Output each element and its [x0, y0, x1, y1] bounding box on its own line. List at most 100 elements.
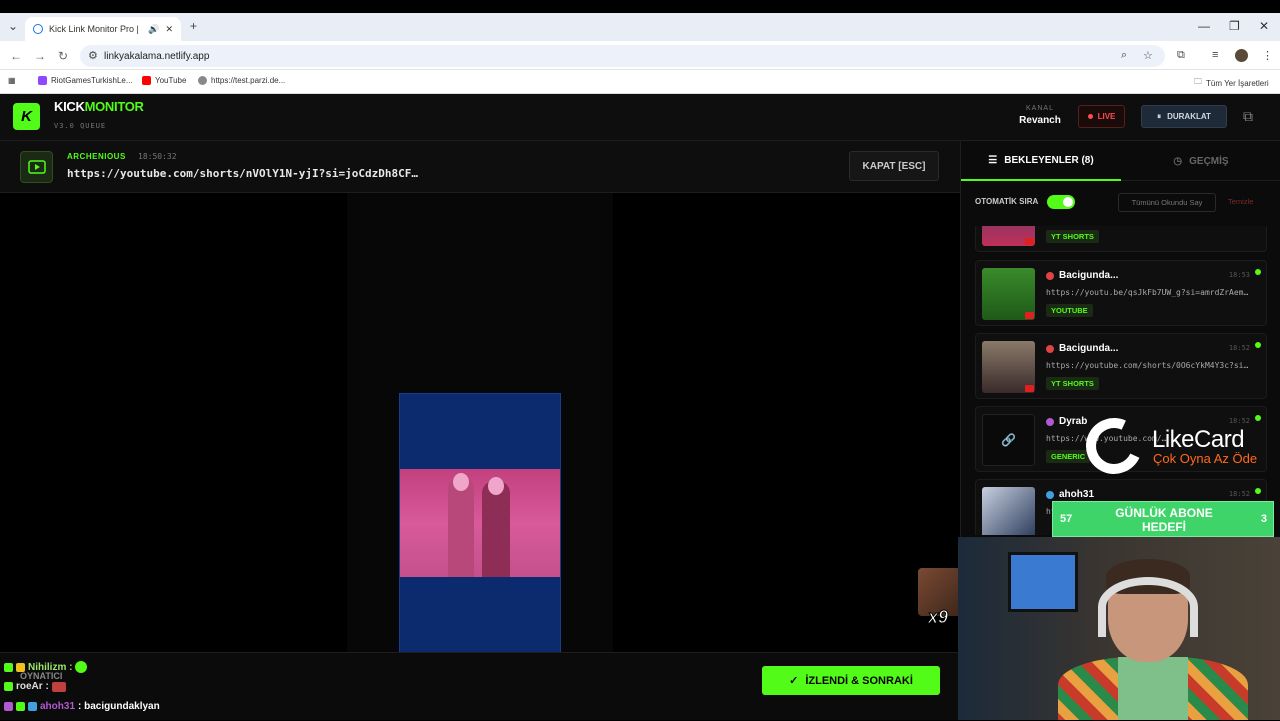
- bookmark-item[interactable]: https://test.parzi.de...: [198, 76, 285, 85]
- item-user: Dyrab: [1046, 416, 1087, 427]
- kick-logo: K: [13, 103, 40, 130]
- clock-icon: ◷: [1173, 155, 1183, 167]
- media-icon[interactable]: ≡: [1212, 49, 1218, 61]
- likecard-overlay: LikeCard Çok Oyna Az Öde: [1078, 410, 1276, 482]
- bookmark-star-icon[interactable]: ☆: [1143, 49, 1153, 62]
- zoom-icon[interactable]: ⌕: [1121, 49, 1127, 62]
- chat-message: : bacigundaklyan: [78, 701, 160, 712]
- all-bookmarks-label: Tüm Yer İşaretleri: [1206, 78, 1269, 88]
- url-field[interactable]: linkyakalama.netlify.app: [80, 45, 1165, 67]
- video-frame[interactable]: [399, 393, 561, 653]
- item-tag: YOUTUBE: [1046, 304, 1093, 317]
- status-dot-icon: [1255, 342, 1261, 348]
- twitch-icon: [38, 76, 47, 85]
- apps-icon[interactable]: ▦: [8, 76, 16, 85]
- emote-count: x9: [927, 607, 949, 628]
- queue-item[interactable]: Bacigunda... 18:52 https://youtube.com/s…: [975, 333, 1267, 399]
- profile-avatar[interactable]: [1235, 49, 1248, 62]
- tab-history-label: GEÇMİŞ: [1189, 155, 1229, 167]
- likecard-slogan: Çok Oyna Az Öde: [1153, 451, 1258, 466]
- tab-close-icon[interactable]: ✕: [165, 24, 173, 35]
- popout-icon[interactable]: ⧉: [1243, 108, 1253, 125]
- app-header: K KICKMONITOR V3.0 QUEUE KANAL Revanch L…: [0, 94, 1280, 141]
- tab-waiting[interactable]: ☰ BEKLEYENLER (8): [961, 141, 1121, 181]
- minimize-icon[interactable]: —: [1198, 19, 1210, 33]
- video-image: [400, 469, 560, 577]
- sub-goal-widget: 57 GÜNLÜK ABONE HEDEFİ 3: [1052, 501, 1274, 537]
- tab-waiting-label: BEKLEYENLER (8): [1004, 154, 1094, 166]
- video-play-icon: [20, 151, 53, 183]
- item-tag: YT SHORTS: [1046, 230, 1099, 243]
- mark-all-read-button[interactable]: Tümünü Okundu Say: [1118, 193, 1216, 212]
- site-info-icon[interactable]: ⚙: [88, 49, 98, 62]
- person-head: [453, 473, 469, 491]
- maximize-icon[interactable]: ❐: [1229, 19, 1240, 33]
- item-time: 18:52: [1228, 490, 1250, 498]
- auto-queue-toggle[interactable]: [1047, 195, 1075, 209]
- current-url[interactable]: https://youtube.com/shorts/nVOlY1N-yjI?s…: [67, 167, 447, 180]
- bookmark-item[interactable]: RiotGamesTurkishLe...: [38, 76, 133, 85]
- queue-item[interactable]: Bacigunda... 18:53 https://youtu.be/qsJk…: [975, 260, 1267, 326]
- forward-icon[interactable]: →: [34, 49, 46, 63]
- address-bar: ← → ↻ linkyakalama.netlify.app ⚙ ⌕ ☆ ⧉ ≡…: [0, 41, 1280, 70]
- channel-info: KANAL Revanch: [1000, 105, 1080, 126]
- likecard-title: LikeCard: [1152, 426, 1245, 453]
- pause-label: DURAKLAT: [1167, 112, 1211, 121]
- live-badge: LIVE: [1078, 105, 1125, 128]
- brand-title: KICKMONITOR: [54, 99, 144, 114]
- queue-item[interactable]: YT SHORTS: [975, 226, 1267, 252]
- new-tab-icon[interactable]: +: [190, 19, 197, 33]
- link-icon: 🔗: [982, 414, 1035, 466]
- auto-queue-label: OTOMATİK SIRA: [975, 197, 1039, 206]
- all-bookmarks[interactable]: 🗀 Tüm Yer İşaretleri: [1194, 76, 1269, 90]
- back-icon[interactable]: ←: [10, 49, 22, 63]
- goal-current: 57: [1060, 513, 1073, 525]
- user-badge-icon: [1046, 344, 1054, 353]
- item-user-name: ahoh31: [1059, 489, 1095, 500]
- menu-icon[interactable]: ⋮: [1262, 49, 1273, 62]
- channel-label: KANAL: [1026, 105, 1054, 112]
- emote-icon: [51, 681, 66, 692]
- user-badge-icon: [1046, 271, 1054, 280]
- extensions-icon[interactable]: ⧉: [1177, 49, 1185, 62]
- item-user-name: Dyrab: [1059, 416, 1088, 427]
- person-figure: [448, 477, 474, 577]
- watched-next-button[interactable]: ✓ İZLENDİ & SONRAKİ: [762, 666, 940, 695]
- live-dot-icon: [1087, 114, 1093, 119]
- clear-button[interactable]: Temizle: [1228, 197, 1253, 206]
- globe-icon: [198, 76, 207, 85]
- headphones-icon: [1098, 577, 1198, 637]
- webcam-overlay: [958, 537, 1280, 720]
- tab-audio-icon[interactable]: 🔊: [148, 24, 159, 35]
- youtube-icon: [1025, 238, 1034, 245]
- browser-tab[interactable]: Kick Link Monitor Pro | Stre 🔊 ✕: [25, 17, 181, 41]
- tab-search-icon[interactable]: ⌄: [8, 19, 18, 33]
- brand-kick: KICK: [54, 99, 85, 114]
- chat-user: ahoh31: [40, 701, 76, 712]
- youtube-icon: [1025, 312, 1034, 319]
- youtube-icon: [1025, 385, 1034, 392]
- window-close-icon[interactable]: ✕: [1259, 19, 1269, 33]
- webcam-monitor: [1008, 552, 1078, 612]
- close-button[interactable]: KAPAT [ESC]: [849, 151, 939, 181]
- pause-button[interactable]: ⏸ DURAKLAT: [1141, 105, 1227, 128]
- reload-icon[interactable]: ↻: [58, 49, 68, 63]
- status-dot-icon: [1255, 488, 1261, 494]
- url-text: linkyakalama.netlify.app: [104, 50, 210, 62]
- status-dot-icon: [1255, 269, 1261, 275]
- bookmark-label: https://test.parzi.de...: [211, 76, 286, 85]
- item-user: ahoh31: [1046, 489, 1094, 500]
- sidebar-tabs: ☰ BEKLEYENLER (8) ◷ GEÇMİŞ: [961, 141, 1280, 181]
- item-thumbnail: [982, 226, 1035, 246]
- item-tag: YT SHORTS: [1046, 377, 1099, 390]
- item-user-name: Bacigunda...: [1059, 270, 1119, 281]
- current-time: 18:50:32: [138, 152, 177, 161]
- user-badge-icon: [1046, 417, 1054, 426]
- tab-history[interactable]: ◷ GEÇMİŞ: [1121, 141, 1280, 181]
- chat-line: ahoh31 : bacigundaklyan: [4, 701, 160, 712]
- video-player[interactable]: x9 ➤: [0, 193, 966, 670]
- webcam-shirt: [1118, 657, 1188, 720]
- item-tag: GENERIC: [1046, 450, 1091, 463]
- bookmark-item[interactable]: YouTube: [142, 76, 186, 85]
- version-label: V3.0 QUEUE: [54, 122, 107, 130]
